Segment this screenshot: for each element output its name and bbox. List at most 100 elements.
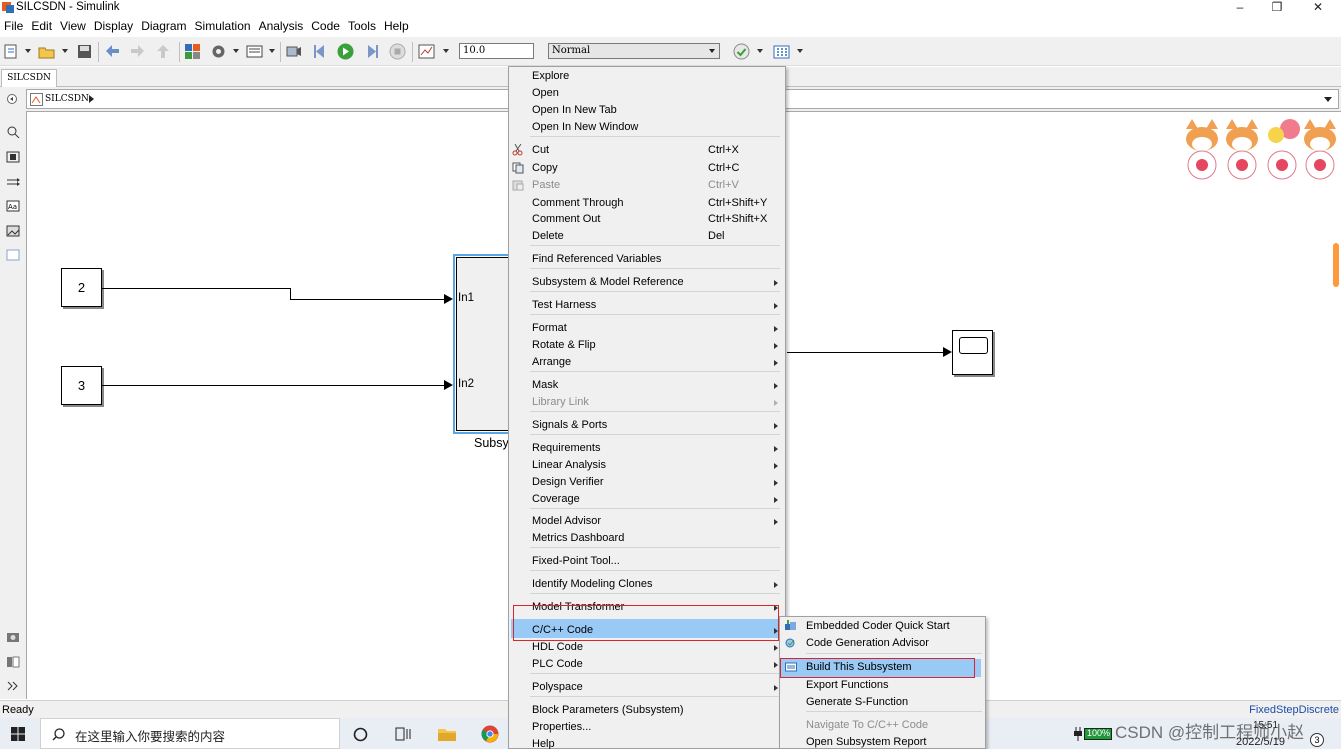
clock-date[interactable]: 2022/5/19 bbox=[1236, 736, 1285, 748]
cortana-icon[interactable] bbox=[353, 727, 368, 742]
task-view-icon[interactable] bbox=[395, 727, 411, 741]
model-explorer-icon[interactable] bbox=[246, 43, 263, 60]
menu-edit[interactable]: Edit bbox=[27, 16, 56, 36]
run-icon[interactable] bbox=[337, 43, 354, 60]
context-menu-item[interactable]: Comment Out Ctrl+Shift+X bbox=[532, 211, 784, 228]
chrome-icon[interactable] bbox=[481, 725, 499, 743]
library-browser-icon[interactable] bbox=[184, 43, 201, 60]
model-advisor-icon[interactable] bbox=[733, 43, 750, 60]
menu-display[interactable]: Display bbox=[90, 16, 137, 36]
open-dropdown-icon[interactable] bbox=[62, 49, 68, 53]
settings-dropdown-icon[interactable] bbox=[233, 49, 239, 53]
context-menu-item[interactable]: Format bbox=[532, 320, 784, 337]
context-menu-item[interactable]: Linear Analysis bbox=[532, 457, 784, 474]
image-icon[interactable] bbox=[6, 225, 20, 237]
build-dropdown-icon[interactable] bbox=[797, 49, 803, 53]
vertical-scrollbar[interactable] bbox=[1333, 243, 1339, 287]
new-model-icon[interactable] bbox=[3, 43, 20, 60]
context-menu-item[interactable]: Polyspace bbox=[532, 679, 784, 696]
step-back-icon[interactable] bbox=[312, 43, 329, 60]
context-menu-item[interactable]: Help bbox=[532, 736, 784, 749]
battery-indicator[interactable]: 100% bbox=[1084, 728, 1112, 740]
signal-line[interactable] bbox=[102, 385, 445, 386]
hide-browser-icon[interactable] bbox=[7, 94, 17, 104]
up-arrow-icon[interactable] bbox=[155, 43, 172, 60]
record-icon[interactable] bbox=[285, 43, 302, 60]
context-menu-item[interactable]: PLC Code bbox=[532, 656, 784, 673]
minimize-button[interactable]: – bbox=[1222, 0, 1258, 16]
constant-block-3[interactable]: 3 bbox=[61, 366, 102, 405]
context-menu-item[interactable]: Identify Modeling Clones bbox=[532, 576, 784, 593]
menu-view[interactable]: View bbox=[56, 16, 90, 36]
explorer-dropdown-icon[interactable] bbox=[269, 49, 275, 53]
step-forward-icon[interactable] bbox=[363, 43, 380, 60]
new-dropdown-icon[interactable] bbox=[25, 49, 31, 53]
close-button[interactable]: ✕ bbox=[1300, 0, 1336, 16]
forward-arrow-icon[interactable] bbox=[129, 43, 146, 60]
submenu-item[interactable]: Code Generation Advisor bbox=[806, 635, 982, 652]
context-menu-item[interactable]: Test Harness bbox=[532, 297, 784, 314]
chevron-right-icon[interactable] bbox=[89, 95, 94, 103]
scope-block[interactable] bbox=[952, 330, 993, 375]
screenshot-icon[interactable] bbox=[6, 631, 20, 643]
simulation-mode-select[interactable]: Normal bbox=[548, 43, 720, 59]
settings-gear-icon[interactable] bbox=[210, 43, 227, 60]
context-menu-item[interactable]: Coverage bbox=[532, 491, 784, 508]
solver-link[interactable]: FixedStepDiscrete bbox=[1249, 702, 1339, 718]
taskbar-search-box[interactable]: 在这里输入你要搜索的内容 bbox=[40, 718, 340, 749]
context-menu-item[interactable]: Copy Ctrl+C bbox=[532, 160, 784, 177]
context-menu-item[interactable]: Arrange bbox=[532, 354, 784, 371]
build-grid-icon[interactable] bbox=[773, 43, 790, 60]
windows-start-icon[interactable] bbox=[11, 727, 25, 741]
submenu-item[interactable]: Generate S-Function bbox=[806, 694, 982, 711]
area-icon[interactable] bbox=[6, 249, 20, 261]
menu-code[interactable]: Code bbox=[307, 16, 344, 36]
context-menu-item[interactable]: Model Advisor bbox=[532, 513, 784, 530]
menu-file[interactable]: File bbox=[0, 16, 27, 36]
advisor-dropdown-icon[interactable] bbox=[757, 49, 763, 53]
context-menu-item[interactable]: Block Parameters (Subsystem) bbox=[532, 702, 784, 719]
context-menu-item[interactable]: Cut Ctrl+X bbox=[532, 142, 784, 159]
stop-time-input[interactable]: 10.0 bbox=[459, 43, 534, 59]
subsystem-name[interactable]: Subsy bbox=[474, 436, 509, 450]
maximize-button[interactable]: ❐ bbox=[1259, 0, 1295, 16]
notification-badge[interactable]: 3 bbox=[1310, 733, 1324, 747]
signal-line[interactable] bbox=[290, 299, 445, 300]
context-menu-item[interactable]: Delete Del bbox=[532, 228, 784, 245]
file-explorer-icon[interactable] bbox=[437, 726, 457, 742]
context-menu-item[interactable]: Metrics Dashboard bbox=[532, 530, 784, 547]
save-icon[interactable] bbox=[76, 43, 93, 60]
context-menu-item[interactable]: Rotate & Flip bbox=[532, 337, 784, 354]
signal-line[interactable] bbox=[787, 352, 944, 353]
context-menu-item[interactable]: Comment Through Ctrl+Shift+Y bbox=[532, 195, 784, 212]
submenu-item[interactable]: Export Functions bbox=[806, 677, 982, 694]
breadcrumb-model[interactable]: SILCSDN bbox=[45, 90, 89, 108]
chevron-down-icon[interactable] bbox=[1324, 97, 1332, 102]
model-browser-icon[interactable] bbox=[6, 656, 20, 668]
context-menu-item[interactable]: Open bbox=[532, 85, 784, 102]
annotation-icon[interactable]: Aa bbox=[6, 200, 20, 212]
fit-view-icon[interactable] bbox=[6, 151, 20, 163]
signal-line[interactable] bbox=[290, 288, 291, 299]
clock-time[interactable]: 15:51 bbox=[1253, 720, 1278, 731]
context-menu-item[interactable]: Open In New Window bbox=[532, 119, 784, 136]
context-menu-item[interactable]: HDL Code bbox=[532, 639, 784, 656]
context-menu-item[interactable]: Requirements bbox=[532, 440, 784, 457]
open-folder-icon[interactable] bbox=[38, 43, 55, 60]
menu-simulation[interactable]: Simulation bbox=[191, 16, 255, 36]
context-menu-item[interactable]: Design Verifier bbox=[532, 474, 784, 491]
stop-icon[interactable] bbox=[389, 43, 406, 60]
context-menu-item[interactable]: Signals & Ports bbox=[532, 417, 784, 434]
inspector-dropdown-icon[interactable] bbox=[443, 49, 449, 53]
context-menu-item[interactable]: Fixed-Point Tool... bbox=[532, 553, 784, 570]
menu-tools[interactable]: Tools bbox=[344, 16, 380, 36]
context-menu-item[interactable]: Properties... bbox=[532, 719, 784, 736]
constant-block-2[interactable]: 2 bbox=[61, 268, 102, 307]
back-arrow-icon[interactable] bbox=[104, 43, 121, 60]
submenu-item[interactable]: Embedded Coder Quick Start bbox=[806, 618, 982, 635]
context-menu-item[interactable]: Mask bbox=[532, 377, 784, 394]
power-plug-icon[interactable] bbox=[1073, 727, 1083, 741]
menu-analysis[interactable]: Analysis bbox=[255, 16, 308, 36]
data-inspector-icon[interactable] bbox=[418, 43, 435, 60]
context-menu-item[interactable]: Open In New Tab bbox=[532, 102, 784, 119]
